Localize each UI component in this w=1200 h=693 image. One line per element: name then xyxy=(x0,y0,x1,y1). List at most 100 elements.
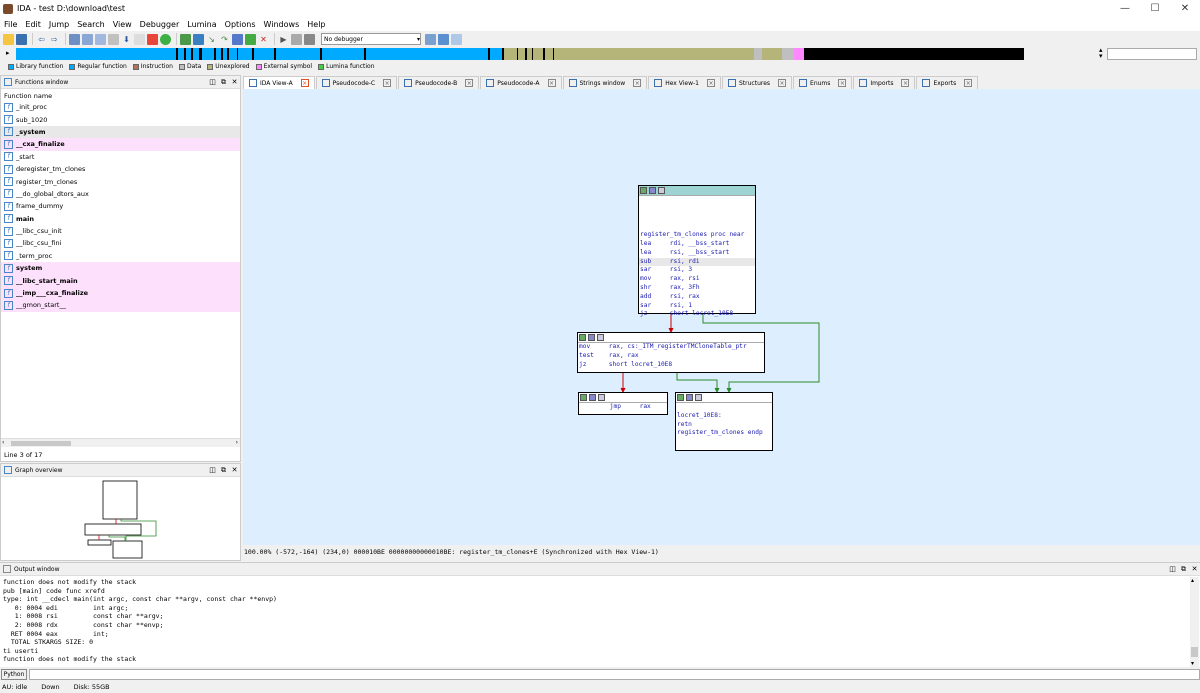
graph-node-register-tm-clones[interactable]: register_tm_clones proc near lea rdi, __… xyxy=(638,185,756,317)
menu-options[interactable]: Options xyxy=(225,20,256,29)
python-language-button[interactable]: Python xyxy=(1,668,27,680)
code-line[interactable]: register_tm_clones endp xyxy=(676,429,772,438)
tab-close-icon[interactable]: × xyxy=(633,79,642,87)
tab-exports[interactable]: Exports × xyxy=(916,76,979,89)
code-line[interactable]: locret_10E8: xyxy=(676,412,772,421)
tab-close-icon[interactable]: × xyxy=(547,79,556,87)
scroll-right-icon[interactable]: › xyxy=(236,439,238,446)
tab-enums[interactable]: Enums × xyxy=(793,76,853,89)
bookmark-icon[interactable] xyxy=(180,33,191,45)
node-color-icon[interactable] xyxy=(677,394,684,401)
node-graph-icon[interactable] xyxy=(589,394,596,401)
function-row[interactable]: f __do_global_dtors_aux xyxy=(1,188,240,200)
tab-close-icon[interactable]: × xyxy=(778,79,787,87)
tab-pseudocode-c[interactable]: Pseudocode-C × xyxy=(315,76,398,89)
function-row[interactable]: f __cxa_finalize xyxy=(1,138,240,151)
down-arrow-icon[interactable]: ⬇ xyxy=(121,34,132,45)
code-line[interactable]: shr rax, 3Fh xyxy=(639,284,755,293)
output-log[interactable]: function does not modify the stack pub [… xyxy=(3,578,277,664)
function-row[interactable]: f _init_proc xyxy=(1,101,240,113)
tab-close-icon[interactable]: × xyxy=(901,79,910,87)
graph-overview-minimap[interactable] xyxy=(1,478,240,562)
back-icon[interactable]: ⇦ xyxy=(36,34,47,45)
pause-icon[interactable] xyxy=(291,33,302,45)
menu-lumina[interactable]: Lumina xyxy=(187,20,216,29)
node-graph-icon[interactable] xyxy=(686,394,693,401)
scroll-left-icon[interactable]: ‹ xyxy=(2,439,4,446)
node-color-icon[interactable] xyxy=(579,334,586,341)
panel-close-icon[interactable]: ✕ xyxy=(229,78,240,87)
node-graph-icon[interactable] xyxy=(649,187,656,194)
nav-band-dropdown[interactable] xyxy=(1107,48,1197,60)
function-row[interactable]: f _term_proc xyxy=(1,250,240,262)
maximize-button[interactable]: ☐ xyxy=(1140,0,1170,17)
debugger-options-icon[interactable] xyxy=(425,33,436,45)
calc-icon[interactable] xyxy=(134,33,145,45)
breakpoint-icon[interactable] xyxy=(245,33,256,45)
code-line[interactable] xyxy=(639,196,755,205)
tab-strings-window[interactable]: Strings window × xyxy=(562,76,648,89)
decompile-icon[interactable] xyxy=(147,33,158,45)
graph-node-locret[interactable]: locret_10E8: retn register_tm_clones end… xyxy=(675,392,773,451)
code-line[interactable] xyxy=(639,222,755,231)
scrollbar-thumb[interactable] xyxy=(1191,647,1198,657)
panel-restore-icon[interactable]: ◫ xyxy=(1167,565,1178,574)
process-icon[interactable] xyxy=(451,33,462,45)
debugger-select[interactable]: No debugger ▾ xyxy=(321,33,421,45)
tab-ida-view-a[interactable]: IDA View-A × xyxy=(243,76,315,89)
panel-float-icon[interactable]: ⧉ xyxy=(218,466,229,475)
code-line[interactable]: lea rsi, __bss_start xyxy=(639,249,755,258)
panel-close-icon[interactable]: ✕ xyxy=(1189,565,1200,574)
ida-view-graph[interactable]: register_tm_clones proc near lea rdi, __… xyxy=(243,89,1200,545)
undefine-icon[interactable] xyxy=(108,33,119,45)
function-row[interactable]: f frame_dummy xyxy=(1,200,240,212)
scroll-down-icon[interactable]: ▾ xyxy=(1191,660,1194,667)
tab-close-icon[interactable]: × xyxy=(465,79,474,87)
data-icon[interactable] xyxy=(82,33,93,45)
panel-restore-icon[interactable]: ◫ xyxy=(207,466,218,475)
tab-close-icon[interactable]: × xyxy=(838,79,847,87)
code-line[interactable]: mov rax, rsi xyxy=(639,275,755,284)
close-button[interactable]: ✕ xyxy=(1170,0,1200,17)
navigation-band[interactable] xyxy=(16,48,1096,60)
function-row[interactable]: f _start xyxy=(1,151,240,163)
code-line[interactable]: test rax, rax xyxy=(578,352,764,361)
menu-search[interactable]: Search xyxy=(77,20,104,29)
function-row[interactable]: f system xyxy=(1,262,240,275)
code-line[interactable]: add rsi, rax xyxy=(639,293,755,302)
code-line-selected[interactable]: sub rsi, rdi xyxy=(639,257,755,267)
code-line[interactable] xyxy=(639,205,755,214)
function-row[interactable]: f __libc_csu_fini xyxy=(1,237,240,249)
function-row[interactable]: f sub_1020 xyxy=(1,113,240,125)
menu-file[interactable]: File xyxy=(4,20,17,29)
column-header-function-name[interactable]: Function name xyxy=(1,89,240,101)
menu-jump[interactable]: Jump xyxy=(49,20,69,29)
panel-close-icon[interactable]: ✕ xyxy=(229,466,240,475)
run-script-icon[interactable] xyxy=(160,33,171,45)
tab-close-icon[interactable]: × xyxy=(706,79,715,87)
nav-left-arrow-icon[interactable]: ▸ xyxy=(6,49,10,57)
stop-icon[interactable] xyxy=(304,33,315,45)
function-row[interactable]: f main xyxy=(1,213,240,225)
step-icon[interactable]: ↘ xyxy=(206,34,217,45)
tab-structures[interactable]: Structures × xyxy=(721,76,793,89)
code-line[interactable]: mov rax, cs:_ITM_registerTMCloneTable_pt… xyxy=(578,343,764,352)
function-row[interactable]: f __imp___cxa_finalize xyxy=(1,286,240,300)
code-line[interactable] xyxy=(676,403,772,412)
tab-close-icon[interactable]: × xyxy=(300,79,309,87)
attach-icon[interactable] xyxy=(438,33,449,45)
vertical-scrollbar[interactable]: ▴ ▾ xyxy=(1190,577,1199,667)
tab-pseudocode-a[interactable]: Pseudocode-A × xyxy=(480,76,562,89)
node-group-icon[interactable] xyxy=(597,334,604,341)
open-icon[interactable] xyxy=(3,33,14,45)
code-line[interactable]: register_tm_clones proc near xyxy=(639,231,755,240)
code-icon[interactable] xyxy=(69,33,80,45)
node-color-icon[interactable] xyxy=(580,394,587,401)
code-line[interactable]: jz short locret_10E8 xyxy=(578,361,764,370)
tab-close-icon[interactable]: × xyxy=(383,79,392,87)
scroll-up-icon[interactable]: ▴ xyxy=(1191,577,1194,584)
function-row[interactable]: f __libc_csu_init xyxy=(1,225,240,237)
node-color-icon[interactable] xyxy=(640,187,647,194)
function-row[interactable]: f register_tm_clones xyxy=(1,175,240,187)
function-row[interactable]: f __gmon_start__ xyxy=(1,299,240,312)
